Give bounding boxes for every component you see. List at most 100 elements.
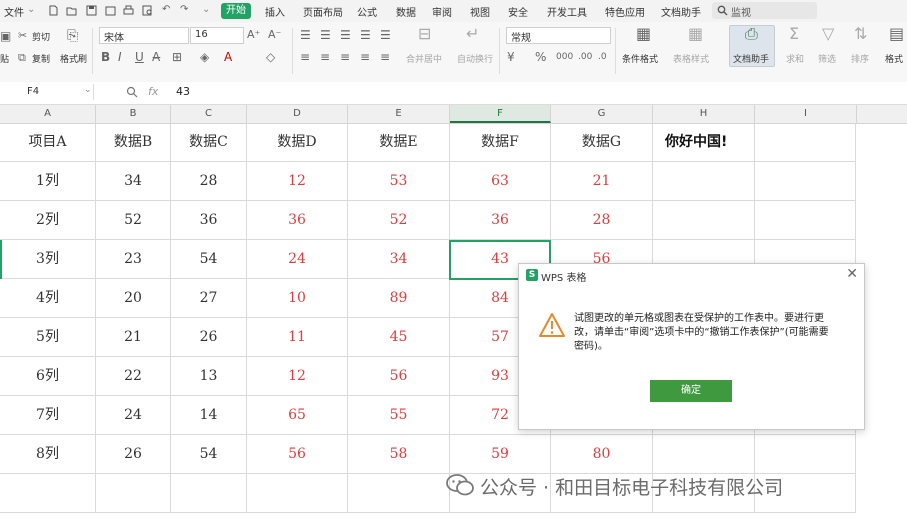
- align-top-icon[interactable]: ☰: [300, 29, 311, 41]
- doc-assistant-button[interactable]: 文档助手: [733, 52, 769, 65]
- number-format-select[interactable]: 常规: [506, 27, 611, 44]
- data-cell[interactable]: 11: [247, 318, 348, 357]
- header-cell[interactable]: 项目A: [0, 123, 96, 162]
- data-cell[interactable]: 89: [348, 279, 450, 318]
- data-cell[interactable]: 13: [171, 357, 247, 396]
- font-grow-icon[interactable]: A⁺: [247, 29, 260, 41]
- font-color-icon[interactable]: A: [224, 51, 232, 63]
- data-cell[interactable]: 26: [171, 318, 247, 357]
- paste-icon[interactable]: ▣: [0, 30, 11, 42]
- strikethrough-icon[interactable]: A̶: [152, 51, 160, 63]
- format-icon[interactable]: ▤: [889, 26, 904, 42]
- header-cell[interactable]: 数据C: [171, 123, 247, 162]
- data-cell[interactable]: [653, 201, 755, 240]
- format-button[interactable]: 格式: [885, 52, 903, 65]
- data-cell[interactable]: 10: [247, 279, 348, 318]
- save-icon[interactable]: [86, 5, 97, 16]
- data-cell[interactable]: 23: [96, 240, 171, 279]
- data-cell[interactable]: 36: [247, 201, 348, 240]
- data-cell[interactable]: 4列: [0, 279, 96, 318]
- data-cell[interactable]: 2列: [0, 201, 96, 240]
- col-header-g[interactable]: G: [551, 105, 653, 123]
- data-cell[interactable]: [755, 201, 856, 240]
- ok-button[interactable]: 确定: [650, 380, 732, 402]
- sum-button[interactable]: 求和: [786, 52, 804, 65]
- zoom-search-icon[interactable]: [126, 86, 138, 98]
- empty-cell[interactable]: [0, 474, 96, 513]
- data-cell[interactable]: 45: [348, 318, 450, 357]
- header-cell[interactable]: 数据E: [348, 123, 450, 162]
- justify-icon[interactable]: ≡: [360, 51, 370, 63]
- data-cell[interactable]: 5列: [0, 318, 96, 357]
- data-cell[interactable]: 12: [247, 162, 348, 201]
- borders-icon[interactable]: ⊞: [172, 51, 182, 63]
- clear-format-icon[interactable]: ◇: [266, 51, 275, 63]
- table-style-icon[interactable]: ▦: [688, 26, 703, 42]
- sum-icon[interactable]: Σ: [789, 26, 799, 42]
- data-cell[interactable]: 7列: [0, 396, 96, 435]
- col-header-c[interactable]: C: [171, 105, 247, 123]
- data-cell[interactable]: 59: [450, 435, 551, 474]
- sort-icon[interactable]: ⇅: [854, 26, 867, 42]
- copy-button[interactable]: 复制: [32, 52, 50, 65]
- export-icon[interactable]: [105, 5, 116, 16]
- format-painter-button[interactable]: 格式刷: [60, 52, 87, 65]
- col-header-a[interactable]: A: [0, 105, 96, 123]
- data-cell[interactable]: 21: [551, 162, 653, 201]
- data-cell[interactable]: 58: [348, 435, 450, 474]
- data-cell[interactable]: 8列: [0, 435, 96, 474]
- filter-icon[interactable]: ▽: [822, 26, 834, 42]
- font-name-select[interactable]: 宋体: [99, 27, 189, 44]
- header-cell[interactable]: [755, 123, 856, 162]
- data-cell[interactable]: 26: [96, 435, 171, 474]
- col-header-f[interactable]: F: [450, 105, 551, 123]
- data-cell[interactable]: 54: [171, 435, 247, 474]
- header-cell[interactable]: 数据G: [551, 123, 653, 162]
- italic-icon[interactable]: I: [118, 51, 122, 63]
- sort-button[interactable]: 排序: [851, 52, 869, 65]
- tab-home[interactable]: 开始: [221, 3, 251, 19]
- data-cell[interactable]: [653, 435, 755, 474]
- data-cell[interactable]: 80: [551, 435, 653, 474]
- empty-cell[interactable]: [247, 474, 348, 513]
- data-cell[interactable]: 21: [96, 318, 171, 357]
- data-cell[interactable]: [755, 435, 856, 474]
- data-cell[interactable]: 34: [96, 162, 171, 201]
- print-icon[interactable]: [123, 5, 134, 16]
- search-box[interactable]: 监视: [712, 2, 817, 19]
- data-cell[interactable]: 53: [348, 162, 450, 201]
- more-chevron-icon[interactable]: ⌄: [202, 4, 210, 15]
- font-shrink-icon[interactable]: A⁻: [268, 29, 281, 41]
- empty-cell[interactable]: [348, 474, 450, 513]
- table-style-button[interactable]: 表格样式: [673, 52, 709, 65]
- data-cell[interactable]: 55: [348, 396, 450, 435]
- paste-label[interactable]: 贴: [0, 52, 9, 65]
- name-box-chevron-icon[interactable]: ⌄: [84, 85, 92, 95]
- indent-decrease-icon[interactable]: ☰: [360, 29, 371, 41]
- open-folder-icon[interactable]: [66, 5, 77, 16]
- currency-icon[interactable]: ¥: [507, 51, 515, 63]
- conditional-format-icon[interactable]: ▦: [636, 26, 651, 42]
- data-cell[interactable]: 54: [171, 240, 247, 279]
- align-left-icon[interactable]: ≡: [300, 51, 310, 63]
- align-bottom-icon[interactable]: ☰: [340, 29, 351, 41]
- data-cell[interactable]: 3列: [0, 240, 96, 279]
- undo-icon[interactable]: ↶: [162, 4, 170, 15]
- col-header-i[interactable]: I: [755, 105, 857, 123]
- font-size-select[interactable]: 16: [190, 27, 244, 44]
- data-cell[interactable]: 12: [247, 357, 348, 396]
- percent-icon[interactable]: %: [535, 51, 546, 63]
- redo-icon[interactable]: ↷: [180, 4, 188, 15]
- fill-color-icon[interactable]: ◈: [200, 51, 209, 63]
- wrap-text-icon[interactable]: ↵: [466, 26, 479, 42]
- formula-input[interactable]: 43: [176, 85, 190, 98]
- empty-cell[interactable]: [171, 474, 247, 513]
- copy-icon[interactable]: ⧉: [18, 52, 26, 64]
- tab-page-layout[interactable]: 页面布局: [303, 4, 343, 19]
- align-right-icon[interactable]: ≡: [340, 51, 350, 63]
- scissors-icon[interactable]: ✂: [18, 30, 27, 42]
- data-cell[interactable]: 52: [348, 201, 450, 240]
- data-cell[interactable]: 63: [450, 162, 551, 201]
- tab-view[interactable]: 视图: [470, 4, 490, 19]
- tab-review[interactable]: 审阅: [432, 4, 452, 19]
